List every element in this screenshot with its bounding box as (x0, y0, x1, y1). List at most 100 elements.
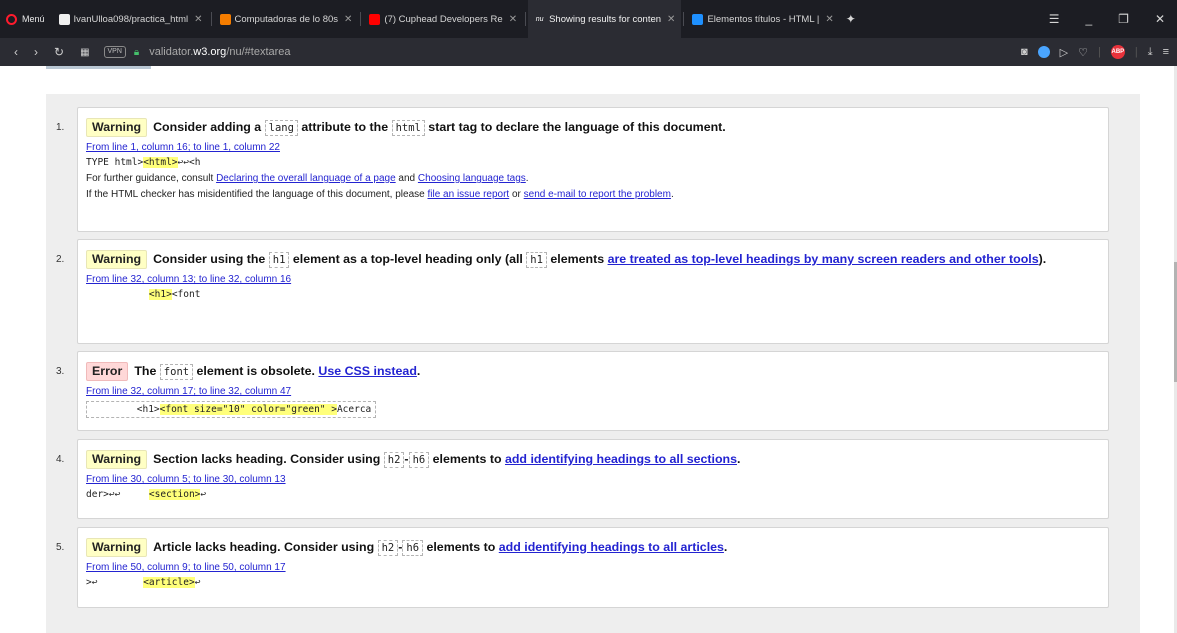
text-run: start tag to declare the language of thi… (424, 120, 726, 134)
reload-icon[interactable]: ↻ (54, 45, 64, 59)
doc-link[interactable]: Choosing language tags (418, 173, 526, 184)
doc-link[interactable]: send e-mail to report the problem (524, 189, 671, 200)
text-run (86, 289, 149, 300)
forward-icon[interactable]: › (34, 45, 38, 59)
code-term: font (159, 364, 194, 380)
tab-separator (683, 12, 685, 26)
tab-separator (525, 12, 527, 26)
location-link[interactable]: From line 32, column 17; to line 32, col… (86, 386, 291, 397)
browser-tab[interactable]: Elementos títulos - HTML | ✕ (686, 0, 839, 38)
guidance-line: For further guidance, consult Declaring … (86, 173, 1100, 184)
text-run: The (134, 364, 160, 378)
download-icon[interactable]: ⤓ (1148, 46, 1153, 59)
browser-tab[interactable]: Computadoras de lo 80s ✕ (214, 0, 359, 38)
location-line: From line 30, column 5; to line 30, colu… (86, 474, 1100, 485)
message-headline: Error The font element is obsolete. Use C… (86, 361, 1100, 383)
location-line: From line 32, column 17; to line 32, col… (86, 386, 1100, 397)
opera-logo-icon (6, 13, 17, 25)
blogger-icon (219, 13, 231, 25)
browser-tab[interactable]: IvanUlloa098/practica_html ✕ (53, 0, 209, 38)
text-run: ↩<h (183, 157, 201, 168)
youtube-icon (369, 13, 381, 25)
tab-title: Showing results for conten (549, 13, 662, 25)
vpn-badge[interactable]: VPN (103, 46, 126, 58)
text-run: elements to (429, 452, 505, 466)
easy-setup-icon[interactable]: ≡ (1163, 46, 1169, 58)
url-field[interactable]: validator.w3.org/nu/#textarea (149, 46, 290, 58)
highlighted-source: <section> (148, 489, 201, 500)
new-tab-icon[interactable]: ✦ (846, 12, 856, 26)
source-extract: TYPE html><html>↩↩<h (86, 157, 1100, 168)
tab-menu-icon[interactable]: ☰ (1049, 12, 1060, 26)
location-link[interactable]: From line 32, column 13; to line 32, col… (86, 274, 291, 285)
url-prefix: validator. (149, 46, 194, 58)
close-window-icon[interactable]: ✕ (1155, 12, 1165, 26)
url-domain: w3.org (193, 46, 227, 58)
warning-badge: Warning (86, 118, 148, 137)
shield-icon[interactable] (1037, 46, 1050, 58)
doc-link[interactable]: file an issue report (427, 189, 509, 200)
message-number: 1. (56, 122, 65, 133)
text-run: . (416, 364, 421, 378)
location-link[interactable]: From line 1, column 16; to line 1, colum… (86, 142, 280, 153)
location-link[interactable]: From line 50, column 9; to line 50, colu… (86, 562, 286, 573)
text-run: . (525, 173, 529, 184)
message-item: 4. Warning Section lacks heading. Consider… (56, 439, 1109, 519)
text-run: or (509, 189, 524, 200)
restore-icon[interactable]: ❐ (1118, 12, 1129, 26)
text-run: element as a top-level heading only (all (289, 252, 527, 266)
speed-dial-icon[interactable]: ▦ (80, 47, 89, 58)
close-tab-icon[interactable]: ✕ (825, 14, 833, 25)
text-run: . (723, 540, 728, 554)
text-run: ↩ (200, 489, 207, 500)
doc-link[interactable]: add identifying headings to all articles (499, 540, 724, 554)
source-extract: der>↩↩ <section>↩ (86, 489, 1100, 500)
url-path: /nu/#textarea (226, 46, 291, 58)
close-tab-icon[interactable]: ✕ (344, 14, 352, 25)
close-tab-icon[interactable]: ✕ (509, 14, 517, 25)
message-item: 2. Warning Consider using the h1 element a… (56, 239, 1109, 344)
close-tab-icon[interactable]: ✕ (194, 14, 202, 25)
doc-link[interactable]: Use CSS instead (318, 364, 416, 378)
highlighted-source: <font size="10" color="green" > (159, 404, 337, 415)
doc-link[interactable]: are treated as top-level headings by man… (608, 252, 1039, 266)
browser-tab-bar: Menú IvanUlloa098/practica_html ✕ Computad… (0, 0, 1177, 38)
text-run: element is obsolete. (193, 364, 319, 378)
message-number: 4. (56, 454, 65, 465)
heart-icon[interactable]: ♡ (1078, 46, 1088, 59)
adblock-icon[interactable]: ABP (1110, 45, 1125, 59)
minimize-icon[interactable]: _ (1085, 12, 1092, 26)
lock-icon[interactable]: 🔒︎ (134, 47, 139, 58)
code-term: h2 (377, 540, 399, 556)
code-term: html (391, 120, 425, 136)
warning-badge: Warning (86, 450, 148, 469)
source-extract: >↩ <article>↩ (86, 577, 1100, 588)
location-link[interactable]: From line 30, column 5; to line 30, colu… (86, 474, 286, 485)
text-run: Consider using the (153, 252, 269, 266)
window-controls: ☰ _ ❐ ✕ (1049, 0, 1177, 38)
opera-menu-button[interactable]: Menú (0, 0, 53, 38)
text-run: Article lacks heading. Consider using (153, 540, 378, 554)
message-headline: Warning Section lacks heading. Consider u… (86, 449, 1100, 471)
tab-title: Elementos títulos - HTML | (707, 13, 820, 25)
code-term: h1 (526, 252, 547, 268)
doc-link[interactable]: Declaring the overall language of a page (216, 173, 396, 184)
browser-tab[interactable]: nu Showing results for conten ✕ (528, 0, 682, 38)
text-run: der>↩↩ (86, 489, 149, 500)
snapshot-icon[interactable]: ◙ (1021, 46, 1028, 58)
guidance-line: If the HTML checker has misidentified th… (86, 189, 1100, 200)
tab-title: Computadoras de lo 80s (234, 13, 339, 25)
back-icon[interactable]: ‹ (14, 45, 18, 59)
close-tab-icon[interactable]: ✕ (667, 14, 675, 25)
tab-title: (7) Cuphead Developers Re (384, 13, 503, 25)
source-extract: <h1><font size="10" color="green" >Acerc… (86, 401, 377, 418)
message-item: 1. Warning Consider adding a lang attribut… (56, 107, 1109, 232)
play-icon[interactable]: ▷ (1060, 46, 1068, 59)
doc-link[interactable]: add identifying headings to all sections (505, 452, 737, 466)
warning-badge: Warning (86, 250, 148, 269)
text-run: ). (1038, 252, 1047, 266)
browser-tab[interactable]: (7) Cuphead Developers Re ✕ (363, 0, 523, 38)
highlighted-source: <html> (143, 157, 178, 168)
code-term: lang (264, 120, 298, 136)
text-run: . (670, 189, 674, 200)
